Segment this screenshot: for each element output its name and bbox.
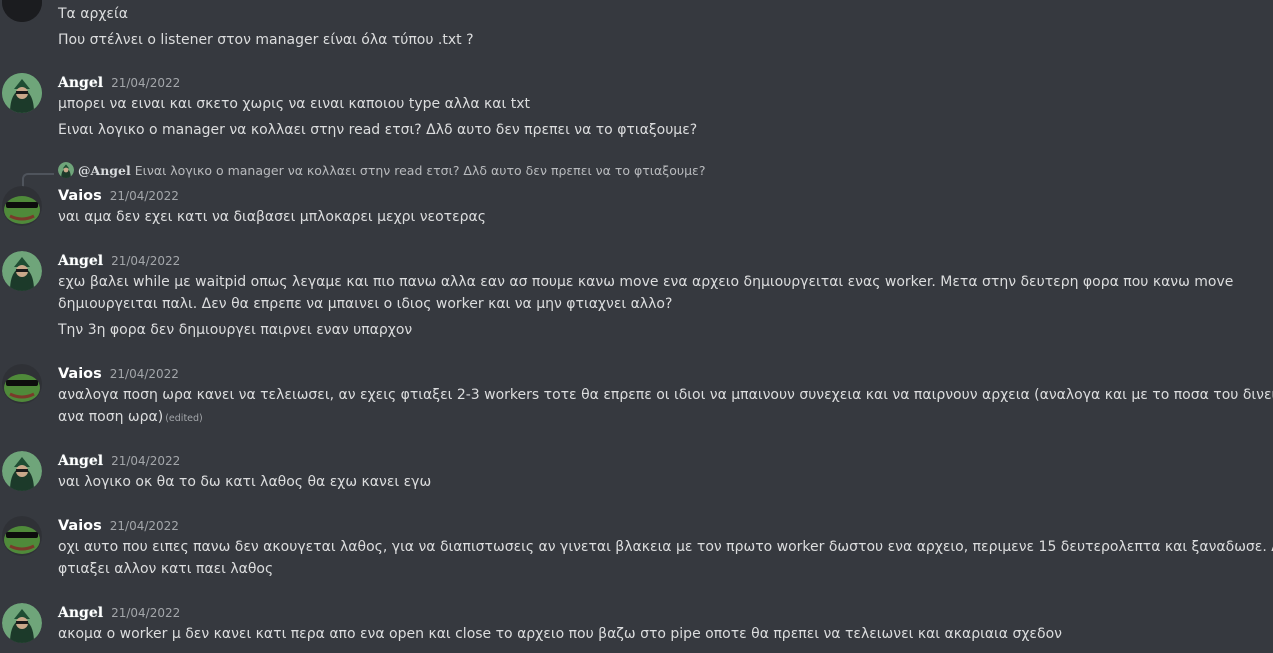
vaios-avatar-icon[interactable] [2, 364, 42, 404]
angel-avatar-icon[interactable] [2, 603, 42, 643]
vaios-avatar-icon[interactable] [2, 186, 42, 226]
angel-avatar-icon[interactable] [2, 73, 42, 113]
message-text: αναλογα ποση ωρα κανει να τελειωσει, αν … [58, 387, 1273, 403]
username[interactable]: Angel [58, 453, 103, 469]
username[interactable]: Angel [58, 605, 103, 621]
message-text-with-edit: ανα ποση ωρα) (edited) [58, 406, 1268, 430]
message-text: ναι λογικο οκ θα το δω κατι λαθος θα εχω… [58, 474, 432, 490]
message-header: Angel 21/04/2022 [58, 72, 180, 94]
message-text: Που στέλνει ο listener στον manager είνα… [58, 32, 474, 48]
username[interactable]: Angel [58, 253, 103, 269]
reply-spine [22, 173, 54, 187]
message-header: Angel 21/04/2022 [58, 602, 180, 624]
message-text: μπορει να ειναι και σκετο χωρις να ειναι… [58, 96, 530, 112]
angel-avatar-small-icon [58, 162, 74, 178]
vaios-avatar-icon[interactable] [2, 516, 42, 556]
reply-preview[interactable]: @Angel Ειναι λογικο ο manager να κολλαει … [58, 162, 705, 180]
username[interactable]: Vaios [58, 366, 102, 382]
timestamp[interactable]: 21/04/2022 [110, 519, 179, 533]
message-header: Angel 21/04/2022 [58, 450, 180, 472]
timestamp[interactable]: 21/04/2022 [111, 76, 180, 90]
reply-mention[interactable]: @Angel [78, 163, 131, 178]
message-text: Τα αρχεία [58, 6, 128, 22]
previous-user-avatar[interactable] [2, 0, 42, 22]
angel-avatar-icon[interactable] [2, 451, 42, 491]
username[interactable]: Angel [58, 75, 103, 91]
message-header: Vaios 21/04/2022 [58, 185, 179, 207]
username[interactable]: Vaios [58, 188, 102, 204]
message-text: ακομα ο worker μ δεν κανει κατι περα απο… [58, 626, 1062, 642]
timestamp[interactable]: 21/04/2022 [111, 454, 180, 468]
message-text: Ειναι λογικο ο manager να κολλαει στην r… [58, 122, 698, 138]
message-text: εχω βαλει while με waitpid οπως λεγαμε κ… [58, 274, 1234, 290]
angel-avatar-icon[interactable] [2, 251, 42, 291]
message-text: Την 3η φορα δεν δημιουργει παιρνει εναν … [58, 322, 413, 338]
edited-label[interactable]: (edited) [165, 413, 203, 424]
timestamp[interactable]: 21/04/2022 [111, 606, 180, 620]
message-header: Vaios 21/04/2022 [58, 515, 179, 537]
message-text: ναι αμα δεν εχει κατι να διαβασει μπλοκα… [58, 209, 487, 225]
message-text: δημιουργειται παλι. Δεν θα επρεπε να μπα… [58, 296, 673, 312]
message-text: φτιαξει αλλον κατι παει λαθος [58, 561, 274, 577]
username[interactable]: Vaios [58, 518, 102, 534]
timestamp[interactable]: 21/04/2022 [111, 254, 180, 268]
message-header: Vaios 21/04/2022 [58, 363, 179, 385]
reply-text[interactable]: Ειναι λογικο ο manager να κολλαει στην r… [135, 163, 706, 178]
message-text: ανα ποση ωρα) [58, 409, 164, 425]
timestamp[interactable]: 21/04/2022 [110, 367, 179, 381]
timestamp[interactable]: 21/04/2022 [110, 189, 179, 203]
message-header: Angel 21/04/2022 [58, 250, 180, 272]
message-text: οχι αυτο που ειπες πανω δεν ακουγεται λα… [58, 539, 1273, 555]
